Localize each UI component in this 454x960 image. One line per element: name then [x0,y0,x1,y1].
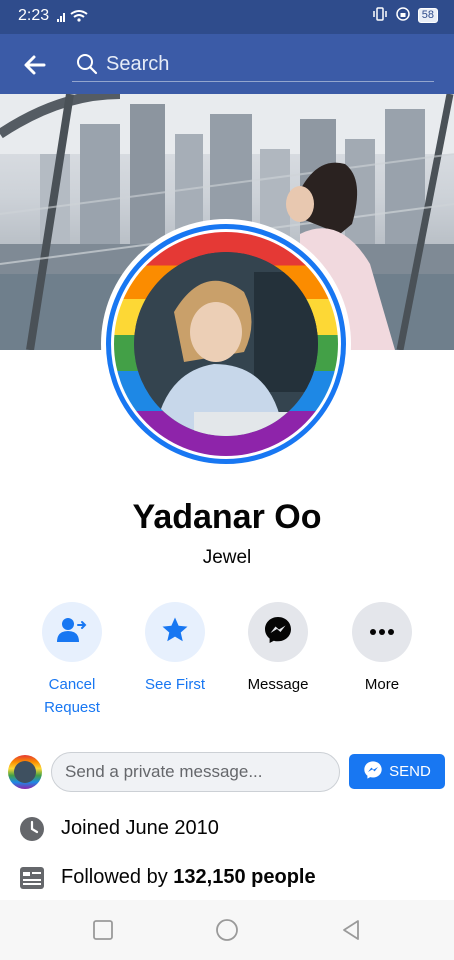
followed-count: 132,150 people [173,866,316,888]
back-arrow-icon[interactable] [22,52,48,78]
more-circle[interactable] [352,602,412,662]
more-button[interactable]: More [337,602,427,696]
cancel-request-label-1: Cancel [48,676,96,693]
see-first-label: See First [144,676,205,693]
more-label: More [364,676,400,693]
followers-row: Followed by 132,150 people [0,862,454,896]
search-placeholder: Search [106,53,170,75]
joined-row: Joined June 2010 [0,813,454,847]
see-first-button[interactable]: See First [130,602,220,696]
status-time: 2:23 [18,7,50,24]
star-icon [160,615,190,650]
header-bar: Search [0,34,454,94]
cancel-request-button[interactable]: Cancel Request [27,602,117,719]
feed-icon [19,865,45,891]
message-button[interactable]: Message [233,602,323,696]
cancel-request-label-2: Request [44,699,100,716]
message-circle[interactable] [248,602,308,662]
system-nav-bar [0,900,454,960]
messenger-icon [363,760,383,784]
person-arrow-icon [57,617,87,648]
private-message-input[interactable]: Send a private message... [51,752,340,792]
back-triangle-icon[interactable] [339,918,363,942]
profile-photo [134,252,318,436]
battery-indicator: 58 [417,8,438,23]
profile-avatar[interactable] [101,219,351,469]
lock-icon [396,7,410,24]
search-icon [76,53,98,75]
message-label: Message [247,676,309,693]
see-first-circle[interactable] [145,602,205,662]
more-dots-icon [369,623,395,641]
mini-avatar [8,755,42,789]
cancel-request-circle[interactable] [42,602,102,662]
status-bar: 2:23 58 [0,0,454,34]
search-input[interactable]: Search [72,48,434,82]
signal-icon [57,9,91,23]
profile-nickname: Jewel [202,547,252,568]
home-circle-icon[interactable] [215,918,239,942]
vibrate-icon [372,7,388,24]
send-label: SEND [389,763,431,780]
messenger-icon [263,615,293,650]
clock-icon [19,816,45,842]
profile-name: Yadanar Oo [132,498,322,536]
joined-text: Joined June 2010 [61,817,219,839]
recents-square-icon[interactable] [91,918,115,942]
send-button[interactable]: SEND [349,754,445,789]
followed-prefix: Followed by [61,866,174,888]
